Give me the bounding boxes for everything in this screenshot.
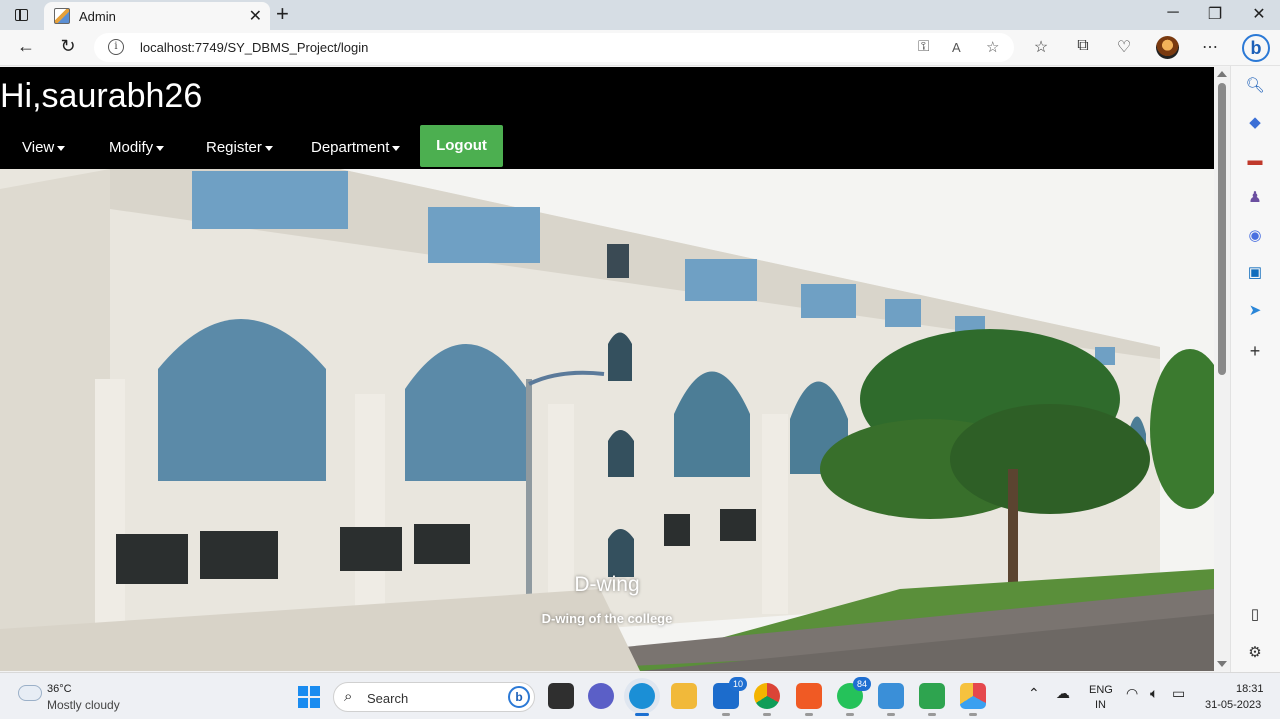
new-tab-icon[interactable]: + [276, 2, 289, 26]
clock-date[interactable]: 31-05-2023 [1205, 699, 1261, 711]
region-indicator[interactable]: IN [1095, 699, 1106, 711]
page-favicon-icon [54, 8, 70, 24]
tab-actions-icon[interactable] [10, 6, 34, 24]
scroll-down-arrow-icon[interactable] [1217, 661, 1227, 667]
favorites-icon[interactable]: ☆ [1030, 37, 1052, 57]
show-hidden-icons-icon[interactable]: ⌃ [1028, 685, 1040, 702]
carousel-caption-title: D-wing [574, 573, 640, 596]
weather-temperature[interactable]: 36°C [47, 683, 72, 695]
browser-essentials-icon[interactable]: ♡ [1113, 37, 1135, 57]
taskbar-search[interactable]: ⌕ Search b [333, 682, 535, 712]
browser-tab-admin[interactable]: Admin ✕ [44, 2, 270, 30]
hexagon-app-icon[interactable] [960, 683, 986, 716]
carousel-slide[interactable]: D-wing D-wing of the college [0, 169, 1214, 671]
volume-icon[interactable]: 🔈︎ [1150, 685, 1158, 702]
search-placeholder: Search [367, 691, 409, 706]
edge-sidebar: 🔍︎ ◆ ▬ ♟ ◉ ▣ ➤ + ▯ ⚙ [1230, 66, 1280, 672]
url-text[interactable]: localhost:7749/SY_DBMS_Project/login [140, 40, 368, 55]
teams-icon[interactable] [588, 683, 614, 709]
caret-down-icon [156, 145, 165, 151]
cloudy-weather-icon[interactable] [16, 680, 42, 701]
menu-department-label: Department [311, 139, 390, 156]
carousel-caption-text: D-wing of the college [541, 611, 673, 626]
caret-down-icon [264, 145, 273, 151]
language-indicator[interactable]: ENG [1089, 684, 1113, 696]
start-button[interactable] [298, 686, 320, 708]
tag-icon[interactable]: ◆ [1245, 113, 1265, 133]
refresh-icon[interactable]: ↻ [56, 36, 80, 57]
close-tab-icon[interactable]: ✕ [249, 6, 262, 26]
browser-tab-strip: Admin ✕ + ─ ❐ ✕ [0, 0, 1280, 30]
mail-icon[interactable]: 10 [713, 677, 747, 716]
menu-view-label: View [22, 139, 55, 156]
profile-avatar[interactable] [1156, 36, 1179, 59]
task-view-icon[interactable] [548, 683, 574, 709]
wifi-icon[interactable]: ◠ [1126, 685, 1138, 702]
battery-icon[interactable]: ▭ [1172, 685, 1185, 702]
caret-down-icon [57, 145, 66, 151]
address-bar[interactable]: i localhost:7749/SY_DBMS_Project/login ⚿… [94, 33, 1014, 62]
add-icon[interactable]: + [1245, 341, 1265, 361]
file-explorer-icon[interactable] [671, 683, 697, 709]
add-favorite-icon[interactable]: ☆ [986, 38, 999, 56]
send-icon[interactable]: ➤ [1245, 301, 1265, 321]
panel-icon[interactable]: ▯ [1245, 605, 1265, 625]
menu-modify[interactable]: Modify [109, 139, 165, 156]
site-info-icon[interactable]: i [108, 39, 124, 55]
outlook-icon[interactable]: ▣ [1245, 263, 1265, 283]
user-greeting: Hi,saurabh26 [0, 77, 203, 115]
menu-register[interactable]: Register [206, 139, 273, 156]
minimize-icon[interactable]: ─ [1158, 4, 1188, 22]
close-window-icon[interactable]: ✕ [1244, 4, 1274, 24]
onedrive-cloud-icon[interactable]: ☁ [1056, 685, 1070, 702]
search-icon[interactable]: 🔍︎ [1245, 76, 1265, 96]
caret-down-icon [392, 145, 401, 151]
windows-taskbar: 36°C Mostly cloudy ⌕ Search b 10 84 ⌃ ☁ … [0, 672, 1280, 719]
site-header: Hi,saurabh26 View Modify Register Depart… [0, 67, 1214, 169]
whatsapp-badge: 84 [853, 677, 871, 691]
more-options-icon[interactable]: ⋯ [1199, 37, 1221, 57]
brave-icon[interactable] [796, 683, 822, 716]
collections-icon[interactable]: ⧉ [1072, 37, 1094, 55]
weather-condition[interactable]: Mostly cloudy [47, 698, 120, 712]
search-icon: ⌕ [344, 688, 353, 705]
restore-icon[interactable]: ❐ [1200, 4, 1230, 24]
mail-badge: 10 [729, 677, 747, 691]
notepad-icon[interactable] [878, 683, 904, 716]
menu-register-label: Register [206, 139, 262, 156]
scrollbar-thumb[interactable] [1218, 83, 1226, 375]
key-icon[interactable]: ⚿ [918, 38, 929, 55]
download-app-icon[interactable] [919, 683, 945, 716]
browser-toolbar: ← ↻ i localhost:7749/SY_DBMS_Project/log… [0, 30, 1280, 66]
toolbox-icon[interactable]: ▬ [1245, 151, 1265, 171]
games-icon[interactable]: ♟ [1245, 188, 1265, 208]
menu-view[interactable]: View [22, 139, 66, 156]
tab-title: Admin [79, 9, 116, 24]
menu-modify-label: Modify [109, 139, 154, 156]
bing-icon[interactable]: b [508, 686, 530, 708]
read-aloud-icon[interactable]: A [952, 40, 961, 55]
page-scrollbar[interactable] [1214, 67, 1230, 671]
copilot-icon[interactable]: b [1242, 34, 1270, 62]
scroll-up-arrow-icon[interactable] [1217, 71, 1227, 77]
chrome-icon[interactable] [754, 683, 780, 716]
office-icon[interactable]: ◉ [1245, 226, 1265, 246]
back-icon[interactable]: ← [14, 36, 38, 57]
edge-icon[interactable] [629, 683, 655, 716]
web-page: Hi,saurabh26 View Modify Register Depart… [0, 67, 1214, 671]
logout-button[interactable]: Logout [420, 125, 503, 167]
whatsapp-icon[interactable]: 84 [837, 677, 871, 716]
menu-department[interactable]: Department [311, 139, 401, 156]
settings-icon[interactable]: ⚙ [1245, 643, 1265, 663]
clock-time[interactable]: 18:31 [1236, 683, 1264, 695]
